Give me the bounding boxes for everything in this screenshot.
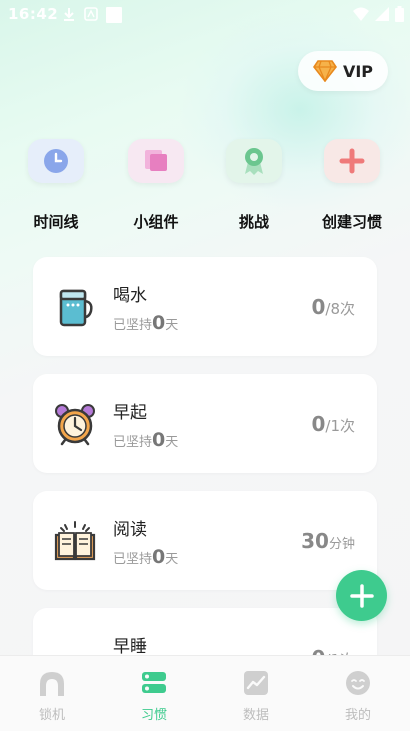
tab-profile[interactable]: 我的: [328, 670, 388, 723]
habit-name: 早起: [113, 403, 147, 423]
quick-action-label: 小组件: [133, 213, 179, 231]
tab-label: 习惯: [140, 708, 167, 723]
badge-icon: [226, 139, 282, 183]
quick-action-timeline[interactable]: 时间线: [16, 139, 96, 232]
open-book-icon: [53, 519, 97, 563]
wifi-icon: [353, 7, 369, 21]
status-time: 16:42: [8, 5, 59, 23]
habit-progress: 0/8次: [311, 295, 355, 319]
vip-button[interactable]: VIP: [298, 51, 388, 91]
habit-card-early-rise[interactable]: 早起 已坚持0天 0/1次: [33, 374, 377, 473]
add-habit-button[interactable]: [336, 570, 387, 621]
plus-icon: [349, 583, 374, 608]
status-bar: 16:42: [0, 0, 410, 28]
water-cup-icon: [53, 285, 97, 329]
habit-progress: 30分钟: [301, 529, 355, 553]
bottom-tab-bar: 锁机 习惯 数据 我的: [0, 655, 410, 731]
habit-streak: 已坚持0天: [113, 312, 179, 334]
quick-action-label: 创建习惯: [321, 213, 382, 231]
tab-lock-machine[interactable]: 锁机: [22, 670, 82, 723]
tab-label: 数据: [242, 708, 269, 723]
tab-label: 锁机: [38, 708, 65, 723]
app-notification-icon: [84, 7, 98, 21]
habit-card-water[interactable]: 喝水 已坚持0天 0/8次: [33, 257, 377, 356]
quick-action-label: 时间线: [33, 213, 79, 231]
system-icons: [353, 6, 404, 22]
habit-streak: 已坚持0天: [113, 546, 179, 568]
plus-icon: [324, 139, 380, 183]
quick-action-challenge[interactable]: 挑战: [214, 139, 294, 232]
vip-label: VIP: [342, 61, 374, 81]
signal-icon: [375, 7, 389, 21]
habit-streak: 已坚持0天: [113, 429, 179, 451]
notification-icons: [62, 7, 122, 23]
habit-name: 阅读: [113, 520, 147, 540]
widget-icon: [128, 139, 184, 183]
diamond-icon: [312, 60, 337, 82]
tab-data[interactable]: 数据: [226, 670, 286, 723]
download-icon: [64, 8, 74, 21]
habit-name: 早睡: [113, 637, 147, 657]
square-notification-icon: [106, 7, 122, 23]
profile-icon: [346, 671, 370, 695]
clock-icon: [28, 139, 84, 183]
quick-action-label: 挑战: [238, 213, 269, 231]
quick-action-widgets[interactable]: 小组件: [116, 139, 196, 232]
habit-card-reading[interactable]: 阅读 已坚持0天 30分钟: [33, 491, 377, 590]
habit-icon: [142, 672, 166, 693]
lock-machine-icon: [40, 672, 64, 696]
quick-action-create-habit[interactable]: 创建习惯: [312, 139, 392, 232]
alarm-clock-icon: [53, 402, 97, 446]
habit-progress: 0/1次: [311, 412, 355, 436]
habit-name: 喝水: [113, 286, 147, 306]
tab-habit[interactable]: 习惯: [124, 670, 184, 723]
tab-label: 我的: [344, 708, 371, 723]
chart-icon: [244, 671, 268, 695]
battery-icon: [395, 6, 404, 22]
